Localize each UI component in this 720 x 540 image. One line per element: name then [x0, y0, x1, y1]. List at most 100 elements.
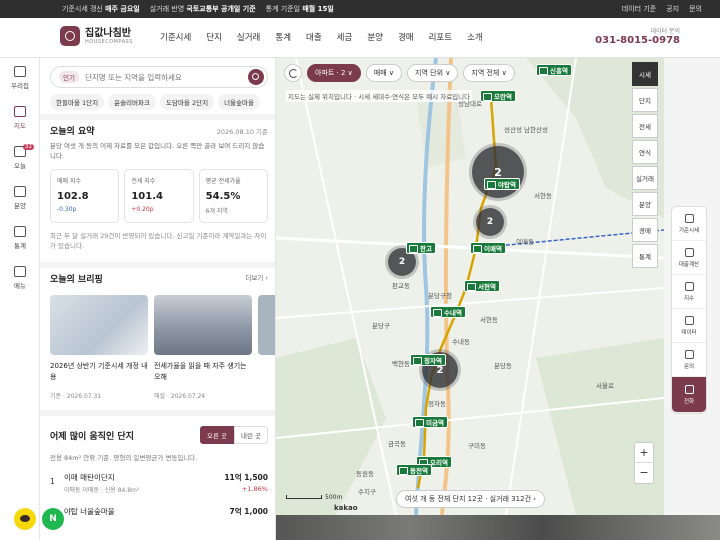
rail-stats[interactable]: 통계 — [0, 218, 40, 258]
divider — [40, 114, 275, 120]
rail-map[interactable]: 지도 — [0, 98, 40, 138]
layer-price[interactable]: 시세 — [632, 62, 658, 86]
rail-presale[interactable]: 분양 — [0, 178, 40, 218]
rail-home[interactable]: 우리집 — [0, 58, 40, 98]
count-badge: 32 — [23, 144, 34, 150]
zoom-control: + − — [634, 442, 654, 484]
layer-jeonse[interactable]: 전세 — [632, 114, 658, 138]
station-marker[interactable]: 서현역 — [464, 280, 500, 292]
station-marker[interactable]: 정자역 — [410, 354, 446, 366]
kakao-chat-button[interactable] — [14, 508, 36, 530]
notice-1: 기준시세 갱신 매주 금요일 — [62, 5, 140, 13]
summary-desc: 분당 여섯 개 동의 어제 자료를 모은 값입니다. 오른 쪽만 골라 보여 드… — [50, 142, 265, 160]
station-marker[interactable]: 신흥역 — [536, 64, 572, 76]
place-label: 성남대로 — [458, 100, 482, 108]
station-marker[interactable]: 동천역 — [396, 464, 432, 476]
chip[interactable]: 도담마을 2단지 — [159, 94, 215, 110]
station-marker[interactable]: 이매역 — [470, 242, 506, 254]
chip[interactable]: 윤슬리버파크 — [108, 94, 156, 110]
place-label: 판교동 — [392, 282, 410, 290]
logo-name: 집값나침반 — [85, 27, 131, 39]
search-icon[interactable] — [248, 69, 264, 85]
contact-phone[interactable]: 031-8015-0978 — [595, 35, 680, 46]
building-icon — [14, 186, 26, 197]
nav-item[interactable]: 분양 — [367, 31, 383, 43]
nav-item[interactable]: 실거래 — [237, 31, 260, 43]
nav-item[interactable]: 기준시세 — [160, 31, 191, 43]
filter-region-unit[interactable]: 지역 단위 ∨ — [407, 64, 459, 82]
map-total-pill[interactable]: 여섯 개 동 전체 단지 12곳 · 실거래 312건 › — [396, 490, 546, 508]
nav-item[interactable]: 세금 — [337, 31, 353, 43]
index-card[interactable]: 매매 지수 102.8 -0.30p — [50, 169, 120, 223]
zoom-out-button[interactable]: − — [635, 463, 653, 483]
map-cluster[interactable]: 2 — [476, 208, 504, 236]
chip[interactable]: 너울숲마을 — [218, 94, 260, 110]
station-marker[interactable]: 미금역 — [412, 416, 448, 428]
layer-presale[interactable]: 분양 — [632, 192, 658, 216]
place-label: 동원동 — [356, 470, 374, 478]
briefing-card[interactable]: 2026년 상반기 기준시세 개정 내용 기준 · 2026.07.31 — [50, 295, 148, 400]
station-marker[interactable]: 야탑역 — [484, 178, 520, 190]
nav-item[interactable]: 통계 — [275, 31, 291, 43]
nav-item[interactable]: 소개 — [467, 31, 483, 43]
station-marker[interactable]: 수내역 — [430, 306, 466, 318]
tool-index[interactable]: 지수 — [672, 275, 706, 309]
list-item[interactable]: 1 이매 매탄이단지 이매동 이매동 · 신용 84.8m² 11억 1,500… — [50, 472, 268, 494]
map-layer-tools: 시세 단지 전세 연식 실거래 분양 경매 통계 — [632, 62, 658, 270]
link-notice[interactable]: 공지 — [666, 4, 679, 14]
place-label: 이매동 — [516, 238, 534, 246]
layer-age[interactable]: 연식 — [632, 140, 658, 164]
zoom-in-button[interactable]: + — [635, 443, 653, 463]
tool-call[interactable]: 전화 — [672, 377, 706, 413]
station-marker[interactable]: 한고 — [406, 242, 436, 254]
logo-sub: HOUSECOMPASS — [85, 38, 133, 45]
logo[interactable]: 집값나침반 HOUSECOMPASS — [60, 26, 133, 46]
place-label: 백현동 — [392, 360, 410, 368]
layer-stats[interactable]: 통계 — [632, 244, 658, 268]
place-label: 서현동 — [534, 192, 552, 200]
notice-3: 통계 기준일 매월 15일 — [265, 5, 334, 13]
rail-menu[interactable]: 메뉴 — [0, 258, 40, 298]
naver-button[interactable]: N — [42, 508, 64, 530]
tab-down[interactable]: 내린 곳 — [233, 426, 268, 444]
tool-base-price[interactable]: 기준시세 — [672, 207, 706, 241]
station-marker[interactable]: 모란역 — [480, 90, 516, 102]
section-title: 오늘의 브리핑 — [50, 275, 103, 285]
index-card[interactable]: 평균 전세가율 54.5% 6개 지역 — [198, 169, 268, 223]
place-label: 서현동 — [480, 316, 498, 324]
filter-trade-type[interactable]: 매매 ∨ — [365, 64, 403, 82]
tool-loan-calc[interactable]: 대출계산 — [672, 241, 706, 275]
layer-deals[interactable]: 실거래 — [632, 166, 658, 190]
link-data-basis[interactable]: 데이터 기준 — [622, 4, 656, 14]
more-link[interactable]: 더보기 › — [245, 272, 268, 285]
filter-property-type[interactable]: 아파트 · 2 ∨ — [307, 64, 361, 82]
filter-region[interactable]: 지역 전체 ∨ — [463, 64, 515, 82]
search-input[interactable] — [84, 72, 245, 82]
list-item[interactable]: 야탑 너울숲마을 7억 1,000 — [50, 506, 268, 517]
movers-desc: 전용 84m² 안팎 기준. 평형의 일변평균가 변동입니다. — [50, 454, 198, 462]
chat-icon — [684, 349, 694, 359]
link-inquiry[interactable]: 문의 — [689, 4, 702, 14]
briefing-thumbnail — [50, 295, 148, 355]
compass-logo-icon — [60, 26, 80, 46]
left-rail: 우리집 지도 32 오늘 분양 통계 메뉴 — [0, 58, 40, 540]
layer-auction[interactable]: 경매 — [632, 218, 658, 242]
map-provider-logo: kakao — [334, 504, 358, 512]
layer-complex[interactable]: 단지 — [632, 88, 658, 112]
nav-item[interactable]: 경매 — [398, 31, 414, 43]
map-view[interactable]: 아파트 · 2 ∨ 매매 ∨ 지역 단위 ∨ 지역 전체 ∨ 지도는 실제 위치… — [276, 58, 664, 515]
tool-data[interactable]: 데이터 — [672, 309, 706, 343]
rail-today[interactable]: 32 오늘 — [0, 138, 40, 178]
briefing-card[interactable]: 전세가율을 읽을 때 자주 생기는 오해 해설 · 2026.07.24 — [154, 295, 252, 400]
refresh-icon[interactable] — [284, 64, 302, 82]
briefing-card[interactable] — [258, 295, 275, 400]
search-box: 인기 — [50, 66, 268, 88]
nav-item[interactable]: 대출 — [306, 31, 322, 43]
tool-inquiry[interactable]: 문의 — [672, 343, 706, 377]
place-label: 분당구청 — [428, 292, 452, 300]
nav-item[interactable]: 리포트 — [429, 31, 452, 43]
nav-item[interactable]: 단지 — [206, 31, 222, 43]
index-card[interactable]: 전세 지수 101.4 +0.20p — [124, 169, 194, 223]
chip[interactable]: 한들마을 1단지 — [50, 94, 105, 110]
tab-up[interactable]: 오른 곳 — [199, 426, 234, 444]
